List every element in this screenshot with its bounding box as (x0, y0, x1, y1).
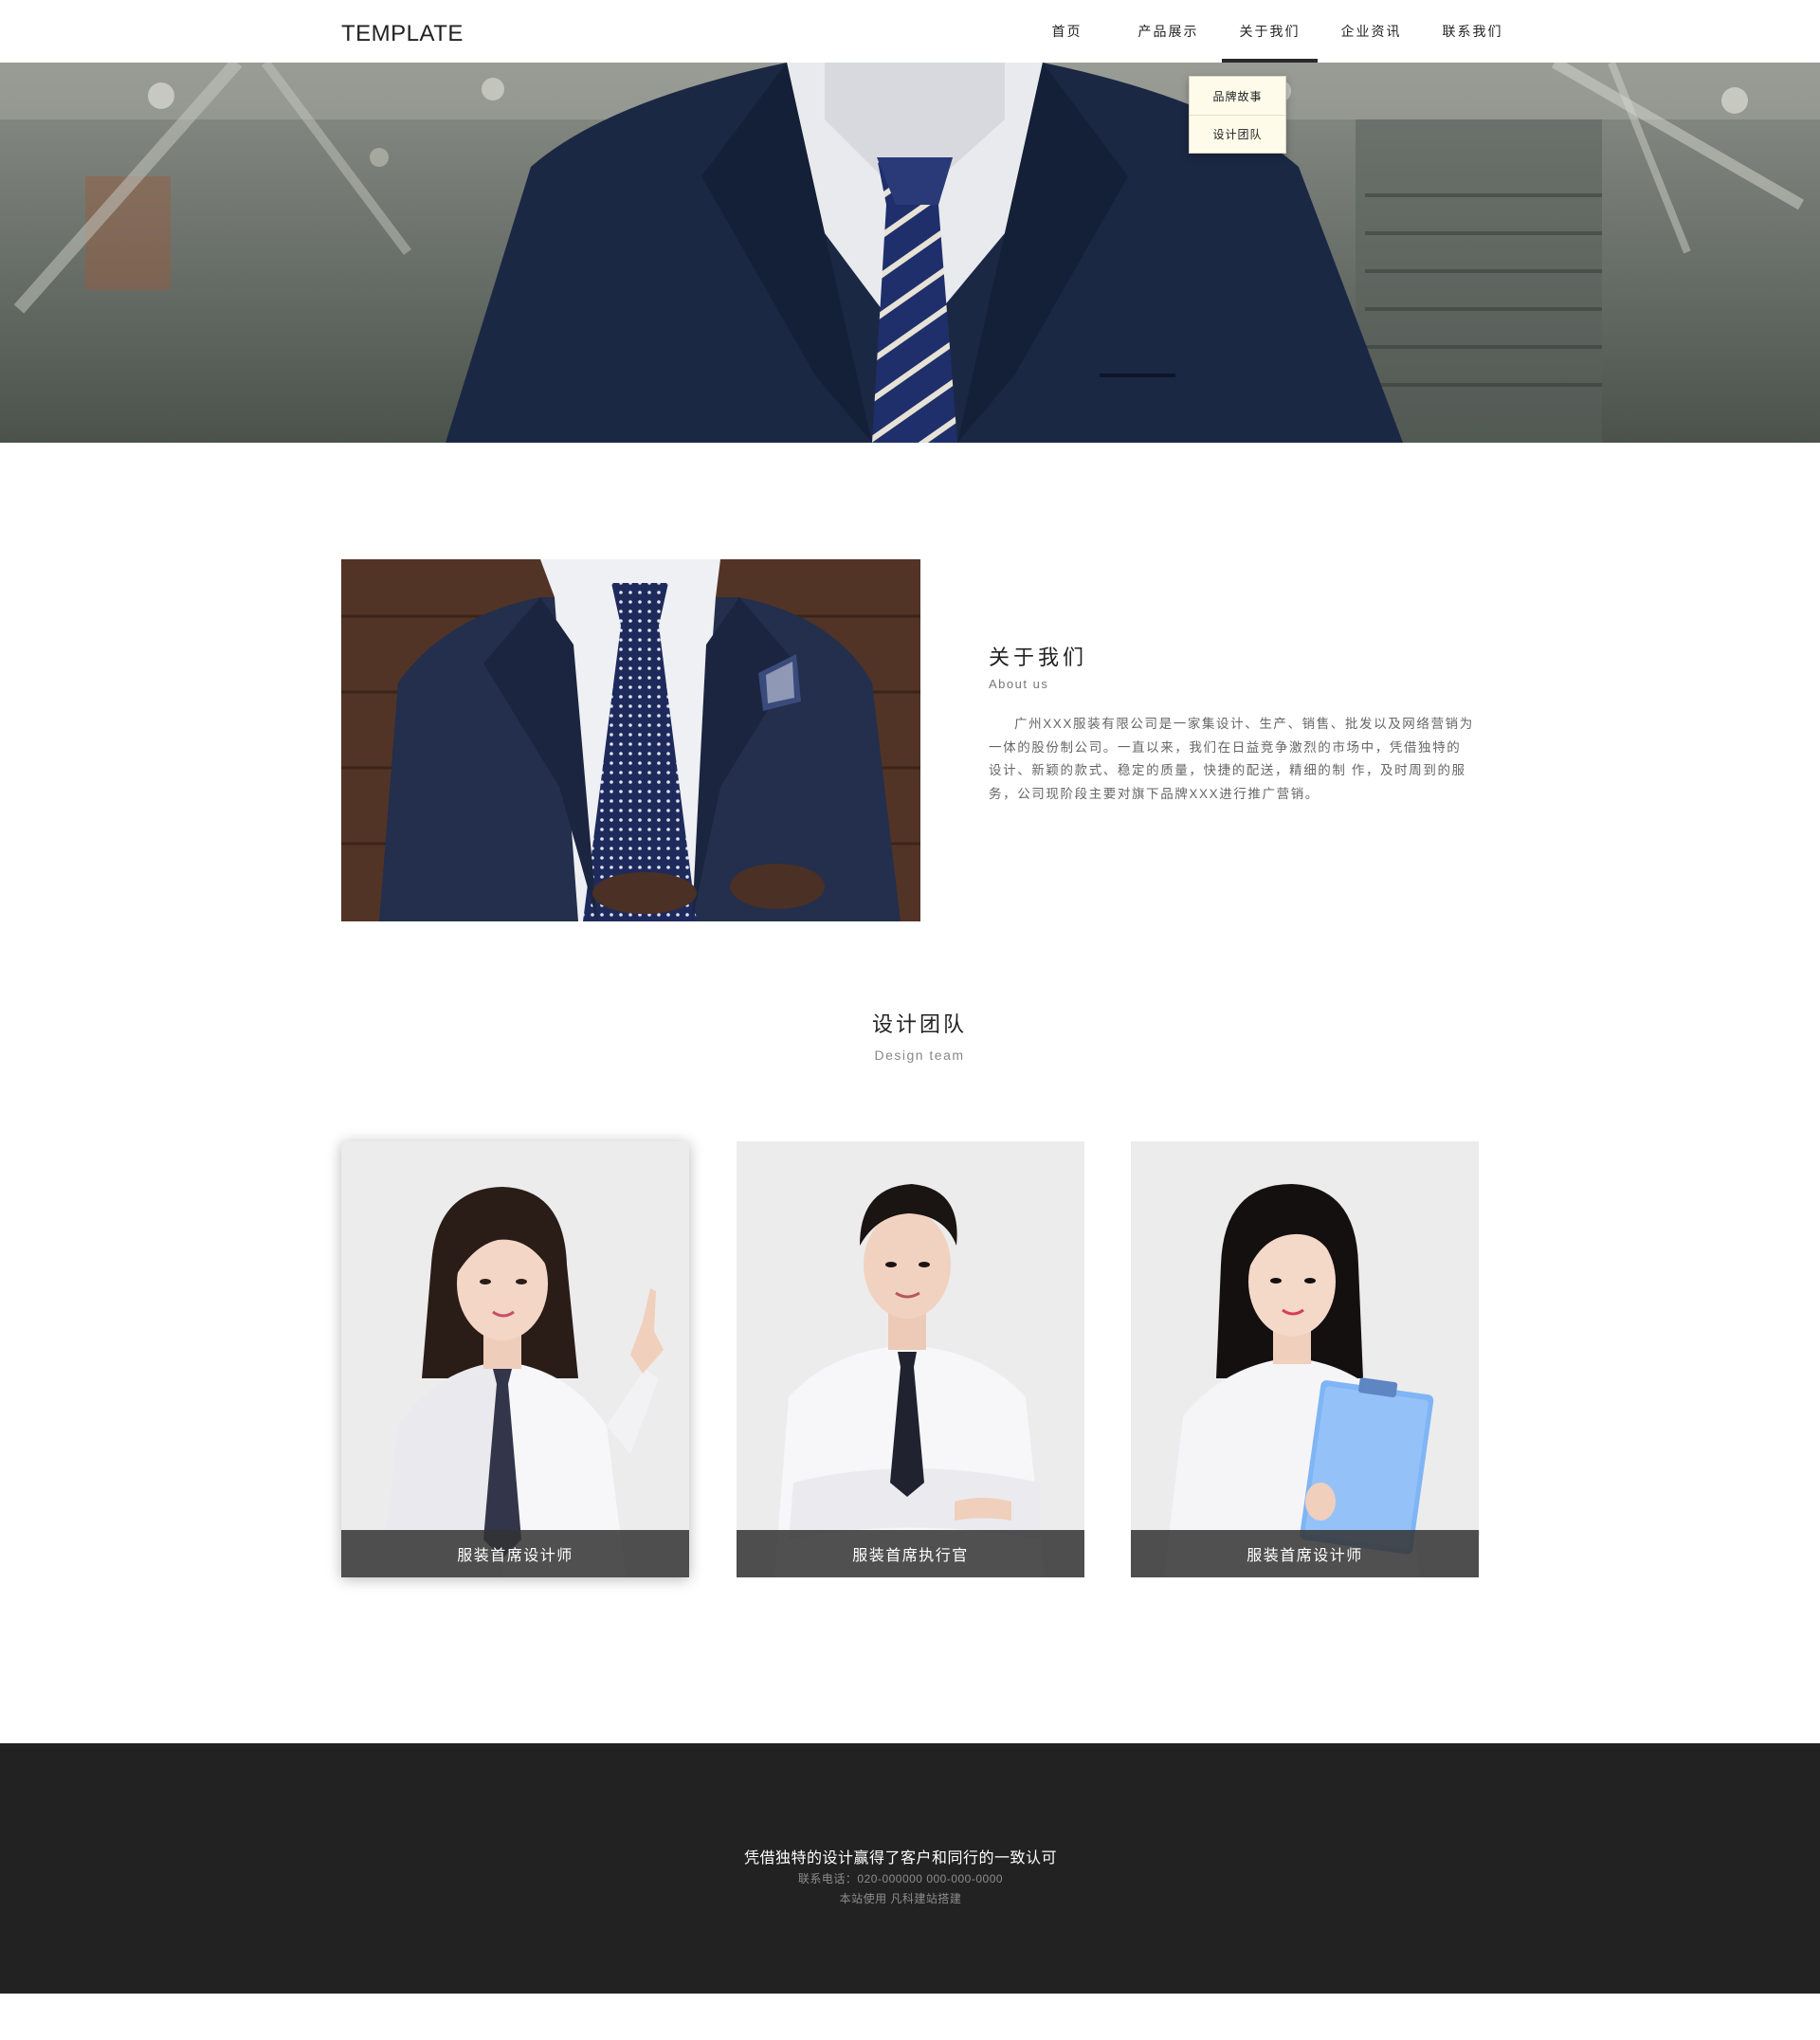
team-card-2[interactable]: 服装首席执行官 (737, 1141, 1084, 1577)
member-role-2: 服装首席执行官 (737, 1530, 1084, 1577)
team-card-1[interactable]: 服装首席设计师 (341, 1141, 689, 1577)
about-dropdown-menu: 品牌故事 设计团队 (1189, 76, 1286, 154)
nav-item-news[interactable]: 企业资讯 (1320, 0, 1422, 63)
about-subtitle: About us (989, 677, 1049, 691)
about-description: 广州XXX服装有限公司是一家集设计、生产、销售、批发以及网络营销为一体的股份制公… (989, 717, 1474, 801)
site-footer: 凭借独特的设计赢得了客户和同行的一致认可 联系电话：020-000000 000… (0, 1743, 1820, 1994)
hero-banner (0, 63, 1820, 443)
site-logo[interactable]: TEMPLATE (341, 21, 464, 47)
member-photo-2 (737, 1141, 1084, 1577)
about-title: 关于我们 (989, 646, 1088, 669)
footer-credit[interactable]: 本站使用 凡科建站搭建 (0, 1890, 1801, 1906)
dropdown-item-brand-story[interactable]: 品牌故事 (1190, 77, 1285, 115)
member-photo-1 (341, 1141, 689, 1577)
hero-image (0, 63, 1820, 443)
suit-photo (341, 559, 920, 921)
about-image (341, 559, 920, 921)
member-photo-3 (1131, 1141, 1479, 1577)
member-role-1: 服装首席设计师 (341, 1530, 689, 1577)
site-header: TEMPLATE 首页 产品展示 关于我们 企业资讯 联系我们 (0, 0, 1820, 63)
main-nav: 首页 产品展示 关于我们 企业资讯 联系我们 (1016, 0, 1523, 63)
dropdown-item-design-team[interactable]: 设计团队 (1190, 115, 1285, 153)
footer-contact: 联系电话：020-000000 000-000-0000 (797, 1872, 1004, 1885)
nav-item-about[interactable]: 关于我们 (1219, 0, 1320, 63)
footer-slogan: 凭借独特的设计赢得了客户和同行的一致认可 (743, 1850, 1057, 1867)
team-subtitle: Design team (874, 1047, 965, 1063)
team-title: 设计团队 (871, 1012, 967, 1036)
nav-item-home[interactable]: 首页 (1016, 0, 1118, 63)
team-card-3[interactable]: 服装首席设计师 (1131, 1141, 1479, 1577)
member-role-3: 服装首席设计师 (1131, 1530, 1479, 1577)
nav-item-contact[interactable]: 联系我们 (1422, 0, 1523, 63)
nav-item-products[interactable]: 产品展示 (1118, 0, 1219, 63)
